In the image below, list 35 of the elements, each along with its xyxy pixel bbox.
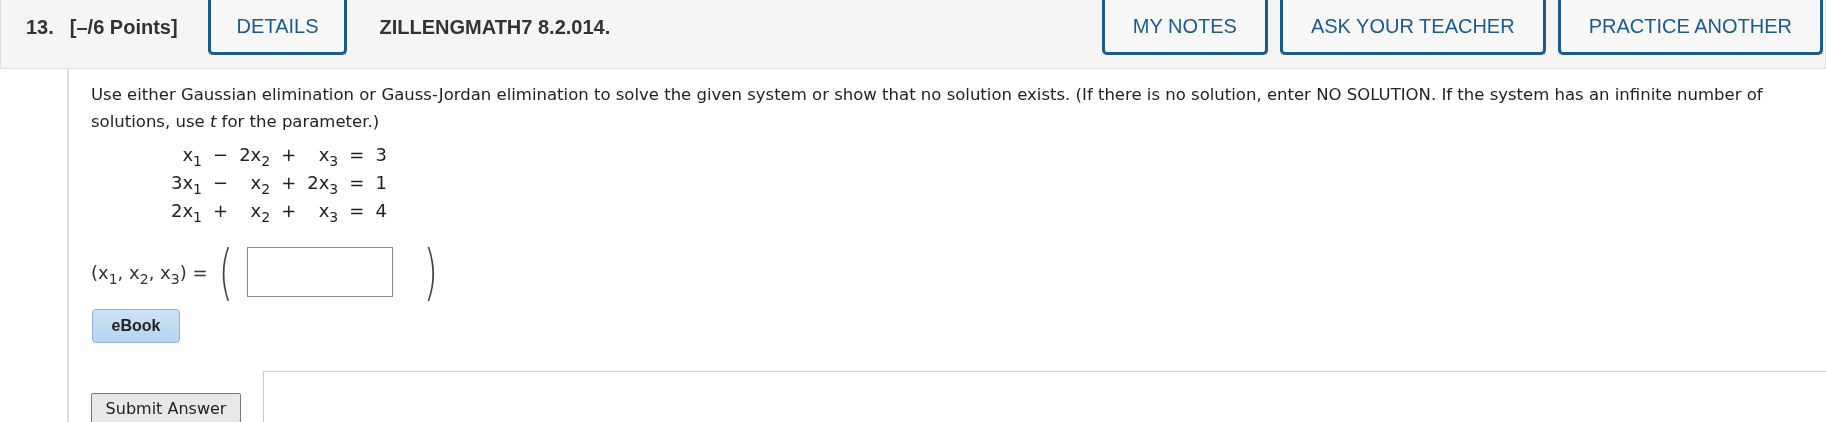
equation-term: 3x$_{1}$ [171, 171, 203, 197]
equation-term: 3 [375, 143, 387, 167]
details-button[interactable]: DETAILS [207, 0, 348, 55]
header-button[interactable]: PRACTICE ANOTHER [1557, 0, 1823, 55]
instructions-text: Use either Gaussian elimination or Gauss-Jordan elimination to solve the given system or show that no solution exists. (If there is no solution, enter NO SOLUTION. If the system has an infinite number of solutions, use t for the parameter.) [91, 84, 1764, 133]
ebook-button[interactable]: eBook [92, 309, 180, 343]
equation-term: + [281, 143, 297, 167]
equation-term: 2x$_{3}$ [307, 171, 339, 197]
equation-term: 4 [375, 199, 387, 223]
answer-label: (x$_{1}$, x$_{2}$, x$_{3}$) = [91, 261, 208, 283]
equation-term: x$_{2}$ [249, 171, 271, 197]
open-parenthesis: ( [218, 241, 233, 303]
equation-term: x$_{3}$ [317, 143, 339, 169]
equation-term: − [213, 171, 229, 195]
points-label: [–/6 Points] [69, 16, 178, 39]
equation-term: 2x$_{1}$ [171, 199, 203, 225]
answer-field[interactable] [246, 247, 393, 297]
submit-answer-button[interactable]: Submit Answer [91, 393, 241, 422]
equation-term: 1 [375, 171, 387, 195]
equation-term: x$_{1}$ [181, 143, 203, 169]
close-parenthesis: ) [423, 241, 438, 303]
equation-term: x$_{2}$ [249, 199, 271, 225]
header-button[interactable]: MY NOTES [1101, 0, 1268, 55]
equation-term: = [349, 143, 365, 167]
equation-term: 2x$_{2}$ [239, 143, 271, 169]
equation-term: + [213, 199, 229, 223]
header-button[interactable]: ASK YOUR TEACHER [1279, 0, 1546, 55]
problem-code: ZILLENGMATH7 8.2.014. [379, 16, 611, 39]
equation-term: + [281, 199, 297, 223]
equation-term: + [281, 171, 297, 195]
equation-term: − [213, 143, 229, 167]
question-number: 13. [26, 16, 54, 39]
equation-term: = [349, 199, 365, 223]
equation-term: = [349, 171, 365, 195]
equation-term: x$_{3}$ [317, 199, 339, 225]
